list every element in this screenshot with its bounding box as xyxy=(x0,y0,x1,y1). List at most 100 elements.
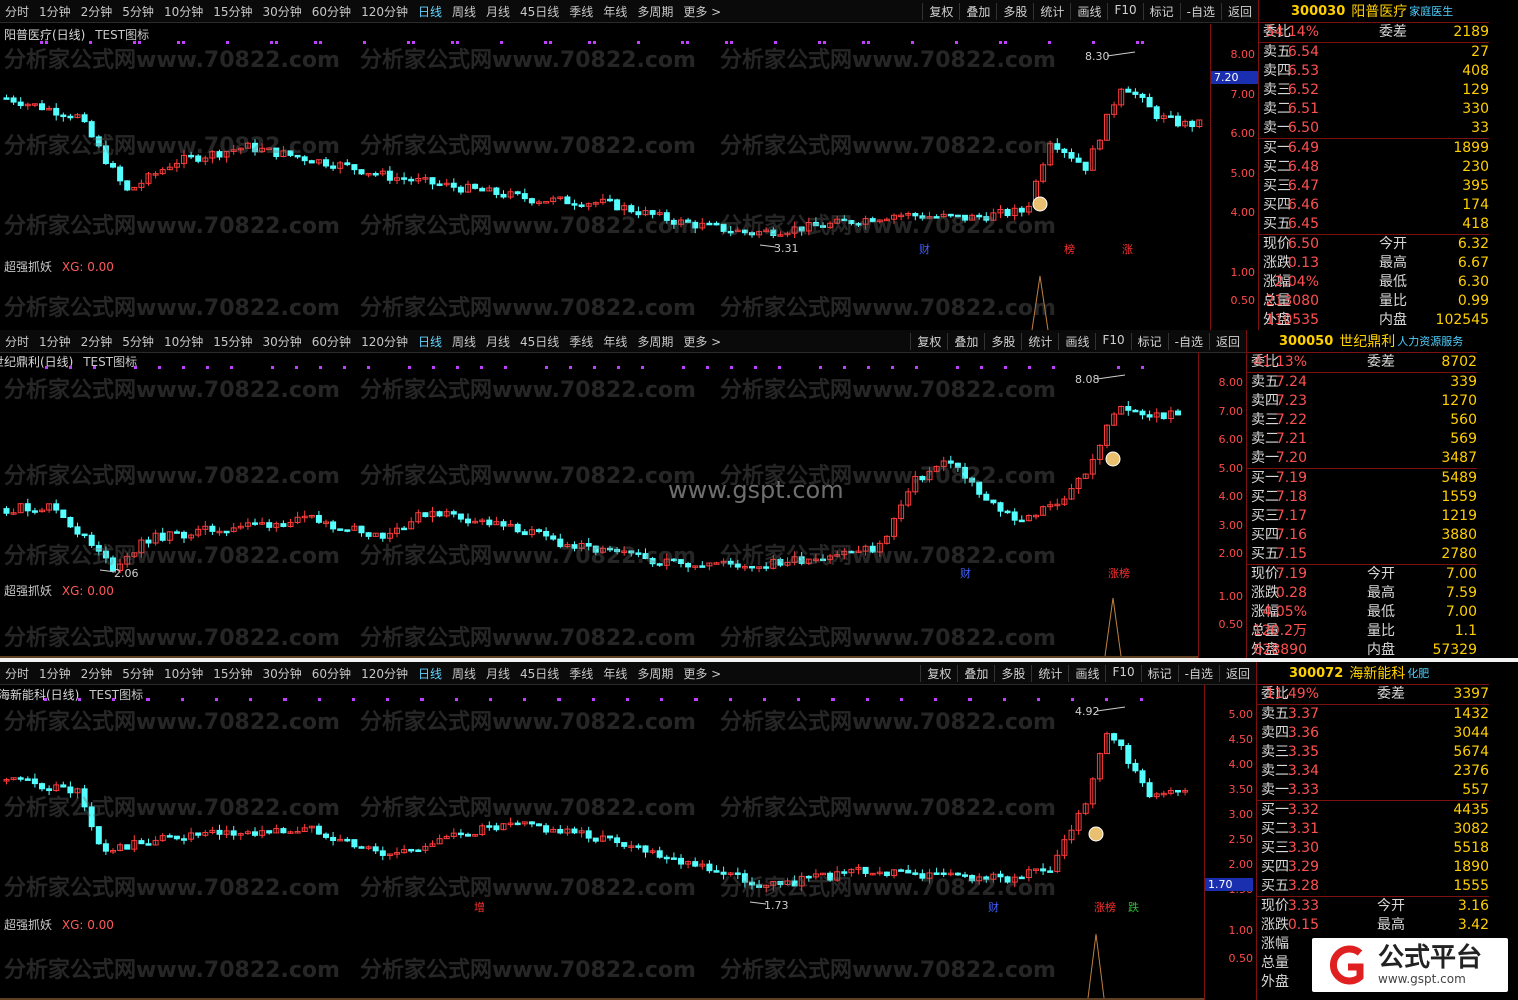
period-tab[interactable]: 30分钟 xyxy=(258,665,307,682)
toolbar-button[interactable]: 复权 xyxy=(922,2,959,20)
toolbar-button[interactable]: 画线 xyxy=(1070,2,1107,20)
period-tab[interactable]: 月线 xyxy=(481,333,515,350)
period-tab[interactable]: 多周期 xyxy=(632,333,678,350)
industry-label[interactable]: 化肥 xyxy=(1407,665,1429,681)
candle-body xyxy=(997,873,1004,878)
period-tab[interactable]: 45日线 xyxy=(515,3,564,20)
period-tab[interactable]: 5分钟 xyxy=(117,333,159,350)
period-tab[interactable]: 季线 xyxy=(564,333,598,350)
candlestick-chart[interactable]: 4.92 1.73 增 财 涨榜跌 xyxy=(0,684,1204,914)
period-tab[interactable]: 1分钟 xyxy=(34,665,76,682)
period-tab[interactable]: 45日线 xyxy=(515,333,564,350)
toolbar-button[interactable]: 叠加 xyxy=(959,2,996,20)
period-tab[interactable]: 日线 xyxy=(413,333,447,350)
period-tab[interactable]: 120分钟 xyxy=(356,665,413,682)
toolbar-button[interactable]: 标记 xyxy=(1142,2,1180,20)
period-tab[interactable]: 年线 xyxy=(598,665,632,682)
period-tab[interactable]: 更多 > xyxy=(678,665,726,682)
period-tab[interactable]: 2分钟 xyxy=(76,3,118,20)
quote-row: 委比 11.49% 委差 3397 xyxy=(1257,685,1489,704)
period-tab[interactable]: 10分钟 xyxy=(159,333,208,350)
stock-code: 300050 xyxy=(1279,333,1334,349)
period-tab[interactable]: 年线 xyxy=(598,3,632,20)
candle-body xyxy=(812,221,819,227)
period-tab[interactable]: 30分钟 xyxy=(258,333,307,350)
toolbar-button[interactable]: F10 xyxy=(1095,332,1130,350)
signal-dot xyxy=(1117,366,1120,369)
toolbar-button[interactable]: 返回 xyxy=(1208,332,1246,350)
candlestick-chart[interactable]: 8.30 3.31 财 榜 涨 xyxy=(0,24,1210,256)
toolbar-button[interactable]: 统计 xyxy=(1031,664,1068,682)
toolbar-button[interactable]: 返回 xyxy=(1220,2,1258,20)
period-tab[interactable]: 更多 > xyxy=(678,3,726,20)
signal-dot xyxy=(867,41,870,44)
toolbar-button[interactable]: F10 xyxy=(1107,2,1142,20)
period-tab[interactable]: 多周期 xyxy=(632,665,678,682)
toolbar-button[interactable]: 复权 xyxy=(920,664,957,682)
toolbar-button[interactable]: F10 xyxy=(1105,664,1140,682)
period-tab[interactable]: 周线 xyxy=(447,3,481,20)
toolbar-button[interactable]: 统计 xyxy=(1033,2,1070,20)
period-tab[interactable]: 5分钟 xyxy=(117,3,159,20)
period-tab[interactable]: 分时 xyxy=(0,3,34,20)
candle-body xyxy=(649,558,656,565)
period-tab[interactable]: 日线 xyxy=(413,665,447,682)
period-tab[interactable]: 120分钟 xyxy=(356,333,413,350)
toolbar-button[interactable]: 画线 xyxy=(1058,332,1095,350)
period-tab[interactable]: 10分钟 xyxy=(159,665,208,682)
toolbar-button[interactable]: 标记 xyxy=(1130,332,1168,350)
toolbar-button[interactable]: 多股 xyxy=(994,664,1031,682)
industry-label[interactable]: 家庭医生 xyxy=(1409,3,1453,19)
period-tab[interactable]: 周线 xyxy=(447,333,481,350)
period-tab[interactable]: 月线 xyxy=(481,3,515,20)
candle-body xyxy=(514,523,521,533)
period-tab[interactable]: 5分钟 xyxy=(117,665,159,682)
toolbar-button[interactable]: 标记 xyxy=(1140,664,1178,682)
period-tab[interactable]: 1分钟 xyxy=(34,3,76,20)
signal-dot xyxy=(112,698,115,701)
period-tab[interactable]: 年线 xyxy=(598,333,632,350)
period-tab[interactable]: 60分钟 xyxy=(307,333,356,350)
period-tab[interactable]: 15分钟 xyxy=(208,333,257,350)
period-tab[interactable]: 2分钟 xyxy=(76,665,118,682)
toolbar-button[interactable]: -自选 xyxy=(1177,664,1219,682)
toolbar-button[interactable]: 多股 xyxy=(984,332,1021,350)
period-tab[interactable]: 季线 xyxy=(564,3,598,20)
period-tab[interactable]: 120分钟 xyxy=(356,3,413,20)
period-tab[interactable]: 2分钟 xyxy=(76,333,118,350)
period-tab[interactable]: 10分钟 xyxy=(159,3,208,20)
period-tab[interactable]: 60分钟 xyxy=(307,665,356,682)
toolbar-button[interactable]: 统计 xyxy=(1021,332,1058,350)
period-tab[interactable]: 1分钟 xyxy=(34,333,76,350)
period-tab[interactable]: 月线 xyxy=(481,665,515,682)
toolbar-button[interactable]: -自选 xyxy=(1179,2,1221,20)
signal-dot xyxy=(729,698,732,701)
brand-logo[interactable]: 公式平台 www.gspt.com xyxy=(1312,938,1508,992)
period-tab[interactable]: 15分钟 xyxy=(208,3,257,20)
signal-dot xyxy=(1141,366,1144,369)
period-tab[interactable]: 45日线 xyxy=(515,665,564,682)
candlestick-chart[interactable]: 8.08 2.06 财 涨榜 xyxy=(0,352,1198,580)
candle-body xyxy=(60,509,67,519)
candle-body xyxy=(670,219,677,225)
toolbar-button[interactable]: 多股 xyxy=(996,2,1033,20)
period-tab[interactable]: 15分钟 xyxy=(208,665,257,682)
toolbar-button[interactable]: -自选 xyxy=(1167,332,1209,350)
period-tab[interactable]: 更多 > xyxy=(678,333,726,350)
toolbar-button[interactable]: 叠加 xyxy=(947,332,984,350)
period-tab[interactable]: 周线 xyxy=(447,665,481,682)
period-tab[interactable]: 60分钟 xyxy=(307,3,356,20)
industry-label[interactable]: 人力资源服务 xyxy=(1397,333,1463,349)
period-tab[interactable]: 多周期 xyxy=(632,3,678,20)
toolbar-button[interactable]: 叠加 xyxy=(957,664,994,682)
period-tab[interactable]: 30分钟 xyxy=(258,3,307,20)
period-tab[interactable]: 季线 xyxy=(564,665,598,682)
period-tab[interactable]: 日线 xyxy=(413,3,447,20)
signal-dot xyxy=(999,41,1002,44)
toolbar-button[interactable]: 复权 xyxy=(910,332,947,350)
quote-label: 买一 xyxy=(1263,140,1291,156)
period-tab[interactable]: 分时 xyxy=(0,665,34,682)
period-tab[interactable]: 分时 xyxy=(0,333,34,350)
toolbar-button[interactable]: 返回 xyxy=(1218,664,1256,682)
toolbar-button[interactable]: 画线 xyxy=(1068,664,1105,682)
